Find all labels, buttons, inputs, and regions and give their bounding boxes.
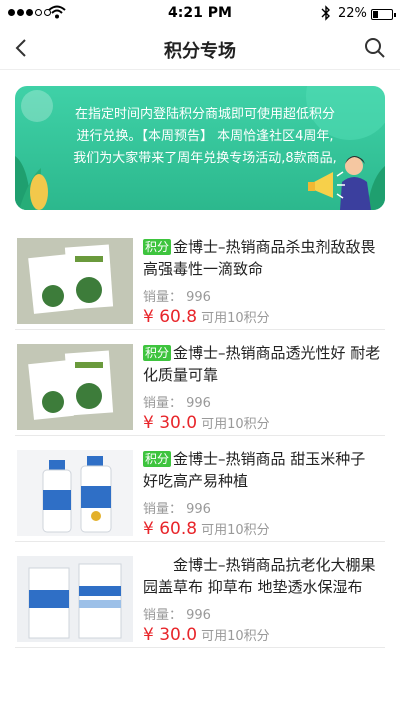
price: ¥ 30.0 [143,625,198,645]
promo-banner[interactable]: 在指定时间内登陆积分商城即可使用超低积分进行兑换。【本周预告】 本周恰逢社区4周… [15,86,385,210]
price: ¥ 60.8 [143,519,198,539]
product-list: 积分 金博士–热销商品杀虫剂敌敌畏高强毒性一滴致命 销量： 996 ¥ 60.8 可… [15,228,385,652]
price-row: ¥ 60.8 可用10积分 [143,519,385,539]
sales-count: 销量： 996 [143,290,211,305]
points-tag: 积分 [143,239,172,255]
product-item[interactable]: 积分 金博士–热销商品 甜玉米种子 好吃高产易种植 销量： 996 ¥ 60.8 可… [15,440,385,542]
product-item[interactable]: 积分 金博士–热销商品杀虫剂敌敌畏高强毒性一滴致命 销量： 996 ¥ 60.8 可… [15,228,385,330]
product-image [17,238,133,324]
search-icon[interactable] [362,35,388,61]
price-row: ¥ 30.0 可用10积分 [143,625,385,645]
product-item[interactable]: 积分金博士–热销商品抗老化大棚果园盖草布 抑草布 地垫透水保湿布 销量： 996… [15,546,385,648]
nav-bar: 积分专场 [0,28,400,70]
product-title: 积分 金博士–热销商品透光性好 耐老化质量可靠 [143,344,381,384]
product-title: 积分金博士–热销商品抗老化大棚果园盖草布 抑草布 地垫透水保湿布 [143,556,376,596]
product-image [17,344,133,430]
battery-percent: 22% [338,6,367,21]
sales-count: 销量： 996 [143,502,211,517]
points-note: 可用10积分 [201,523,270,538]
product-item[interactable]: 积分 金博士–热销商品透光性好 耐老化质量可靠 销量： 996 ¥ 30.0 可用1… [15,334,385,436]
bluetooth-icon [321,5,330,21]
product-image [17,450,133,536]
battery-icon [371,9,396,20]
sales-count: 销量： 996 [143,396,211,411]
product-image [17,556,133,642]
price-row: ¥ 60.8 可用10积分 [143,307,385,327]
sales-count: 销量： 996 [143,608,211,623]
points-tag: 积分 [143,451,172,467]
points-note: 可用10积分 [201,417,270,432]
page-title: 积分专场 [164,41,236,62]
banner-text: 在指定时间内登陆积分商城即可使用超低积分进行兑换。【本周预告】 本周恰逢社区4周… [73,107,337,166]
price: ¥ 60.8 [143,307,198,327]
product-title: 积分 金博士–热销商品 甜玉米种子 好吃高产易种植 [143,450,366,490]
price: ¥ 30.0 [143,413,198,433]
product-title: 积分 金博士–热销商品杀虫剂敌敌畏高强毒性一滴致命 [143,238,376,278]
price-row: ¥ 30.0 可用10积分 [143,413,385,433]
points-note: 可用10积分 [201,629,270,644]
points-tag: 积分 [143,345,172,361]
status-bar: 4:21 PM 22% [0,0,400,28]
points-note: 可用10积分 [201,311,270,326]
